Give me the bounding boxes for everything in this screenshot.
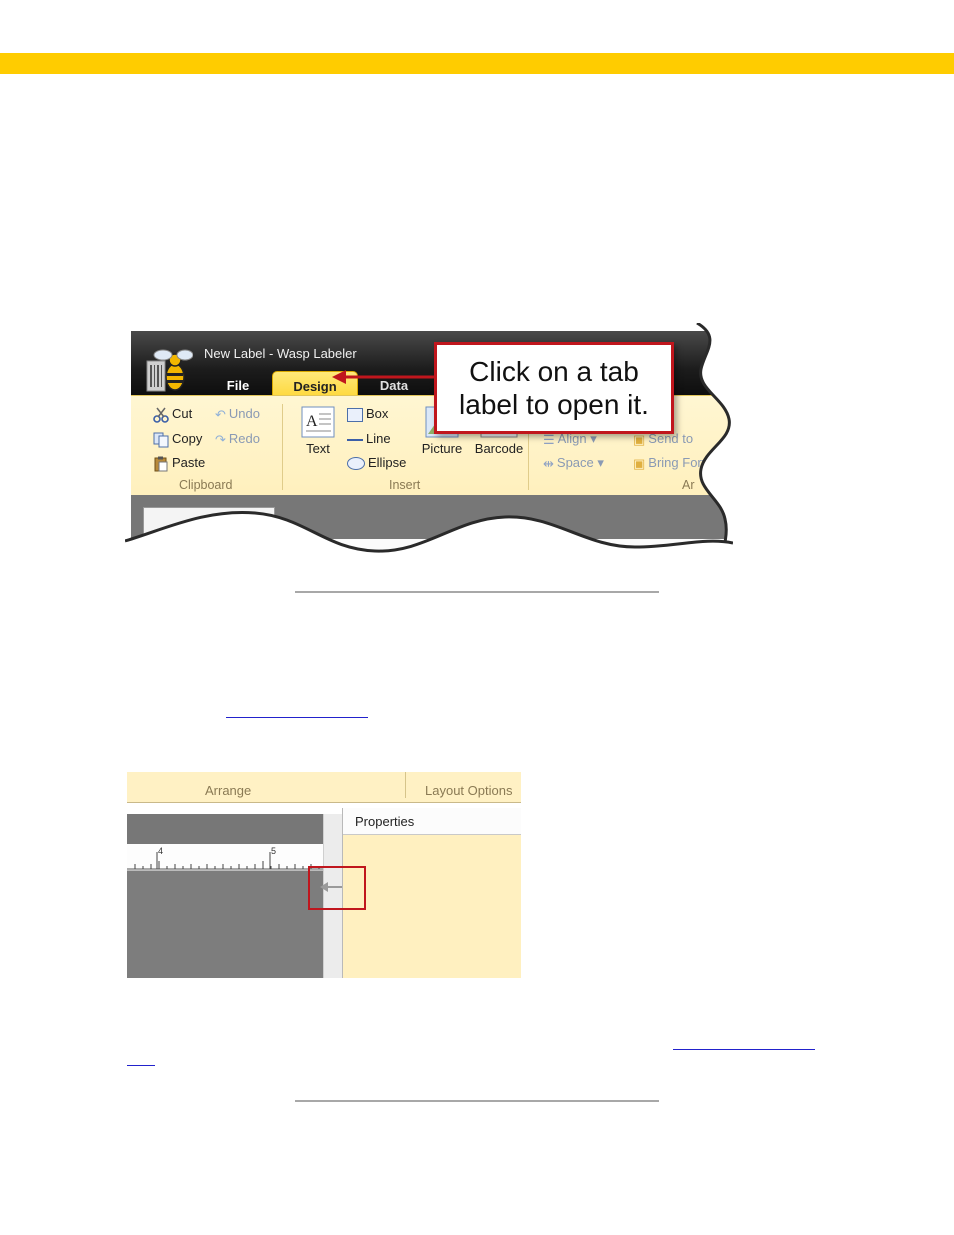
highlight-box: [308, 866, 366, 910]
layout-options-group-label: Layout Options: [425, 783, 513, 798]
properties-panel: Properties: [342, 808, 521, 978]
callout-arrow-icon: [332, 370, 442, 384]
hyperlink-underline[interactable]: [673, 1049, 815, 1050]
ruler: 4 5: [127, 844, 323, 871]
section-divider: [295, 1100, 659, 1102]
group-separator: [405, 772, 406, 798]
label-canvas-background: [127, 871, 323, 978]
callout-box: Click on a tab label to open it.: [434, 342, 674, 434]
section-divider: [295, 591, 659, 593]
hyperlink-underline[interactable]: [226, 717, 368, 718]
callout-text: Click on a tab label to open it.: [459, 356, 649, 420]
properties-header: Properties: [343, 808, 521, 835]
hyperlink-underline-continued[interactable]: [127, 1065, 155, 1066]
ruler-mark-4: 4: [158, 846, 164, 856]
screenshot-properties-splitter: Arrange Layout Options 4 5 Properties: [127, 772, 521, 978]
ruler-mark-5: 5: [271, 846, 277, 856]
ribbon-strip: Arrange Layout Options: [127, 772, 521, 803]
ruler-ticks: [127, 852, 323, 870]
arrange-group-label: Arrange: [205, 783, 252, 798]
screenshot-ribbon-tabs: New Label - Wasp Labeler File Design Dat…: [125, 323, 733, 575]
header-accent-bar: [0, 53, 954, 74]
properties-title: Properties: [355, 814, 415, 829]
document-tab-strip: [127, 814, 329, 844]
